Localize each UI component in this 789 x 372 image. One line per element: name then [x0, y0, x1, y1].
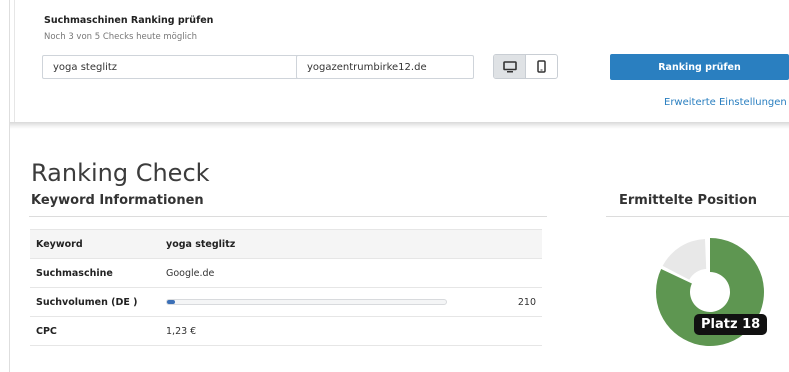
advanced-settings-link[interactable]: Erweiterte Einstellungen [664, 97, 787, 108]
keyword-value: yoga steglitz [166, 229, 542, 259]
table-row: Suchvolumen (DE ) 210 [30, 287, 542, 317]
device-toggle [493, 54, 558, 79]
ranking-submit-button[interactable]: Ranking prüfen [610, 54, 789, 80]
mobile-button[interactable] [525, 55, 557, 78]
search-volume-bar-fill [167, 300, 176, 304]
divider [606, 216, 789, 217]
desktop-icon [502, 60, 517, 72]
divider [29, 216, 547, 217]
cpc-value: 1,23 € [166, 316, 542, 346]
search-volume-label: Suchvolumen (DE ) [30, 287, 166, 317]
search-engine-label: Suchmaschine [30, 258, 166, 288]
frame-border [9, 0, 10, 372]
search-volume-bar [166, 299, 447, 305]
page-title: Ranking Check [31, 159, 210, 188]
domain-input[interactable] [296, 55, 474, 79]
table-row: Suchmaschine Google.de [30, 258, 542, 288]
ranking-check-form: Suchmaschinen Ranking prüfen Noch 3 von … [15, 0, 789, 122]
table-row: CPC 1,23 € [30, 316, 542, 346]
mobile-icon [537, 60, 546, 73]
search-volume-value: 210 [517, 296, 536, 308]
keyword-input[interactable] [42, 55, 299, 79]
position-heading: Ermittelte Position [619, 193, 758, 208]
keyword-info-heading: Keyword Informationen [31, 193, 204, 208]
checks-remaining-text: Noch 3 von 5 Checks heute möglich [44, 32, 198, 42]
desktop-button[interactable] [494, 55, 525, 78]
table-row: Keyword yoga steglitz [30, 229, 542, 259]
position-badge: Platz 18 [694, 314, 768, 335]
panel-shadow [10, 122, 789, 129]
search-engine-value: Google.de [166, 258, 542, 288]
keyword-info-table: Keyword yoga steglitz Suchmaschine Googl… [30, 229, 542, 346]
keyword-label: Keyword [30, 229, 166, 259]
cpc-label: CPC [30, 316, 166, 346]
form-title: Suchmaschinen Ranking prüfen [44, 15, 214, 26]
